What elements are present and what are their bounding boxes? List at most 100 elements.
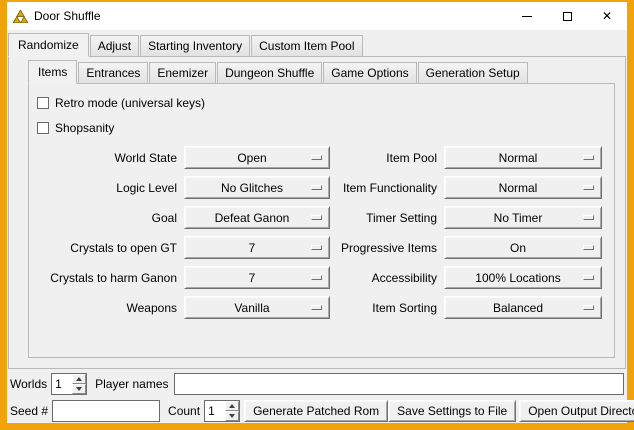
dropdown-indicator-icon [311, 215, 322, 220]
logic-level-value: No Glitches [221, 181, 293, 195]
tab-items[interactable]: Items [28, 60, 77, 84]
app-window: Door Shuffle ✕ Randomize Adjust Starting… [0, 0, 634, 430]
dropdown-indicator-icon [583, 185, 594, 190]
accessibility-label: Accessibility [337, 271, 437, 285]
crystals-open-gt-label: Crystals to open GT [37, 241, 177, 255]
count-spin-up-button[interactable] [225, 401, 239, 411]
client-area: Randomize Adjust Starting Inventory Cust… [7, 30, 627, 423]
open-output-directory-button[interactable]: Open Output Directory [519, 400, 634, 422]
arrow-up-icon [229, 404, 235, 408]
minimize-button[interactable] [507, 2, 547, 30]
tab-entrances[interactable]: Entrances [78, 62, 148, 83]
shopsanity-checkbox[interactable]: Shopsanity [37, 115, 614, 140]
weapons-value: Vanilla [234, 301, 279, 315]
item-pool-value: Normal [499, 151, 548, 165]
weapons-label: Weapons [37, 301, 177, 315]
worlds-spin-down-button[interactable] [72, 384, 86, 394]
player-names-input[interactable] [174, 373, 625, 395]
crystals-harm-ganon-value: 7 [249, 271, 266, 285]
count-spin-down-button[interactable] [225, 411, 239, 421]
item-functionality-dropdown[interactable]: Normal [444, 176, 602, 199]
shopsanity-checkbox-box[interactable] [37, 122, 49, 134]
dropdown-indicator-icon [311, 305, 322, 310]
progressive-items-dropdown[interactable]: On [444, 236, 602, 259]
timer-setting-value: No Timer [494, 211, 553, 225]
item-pool-dropdown[interactable]: Normal [444, 146, 602, 169]
retro-mode-label: Retro mode (universal keys) [55, 96, 205, 110]
sub-tab-bar: Items Entrances Enemizer Dungeon Shuffle… [28, 60, 615, 83]
crystals-harm-ganon-dropdown[interactable]: 7 [184, 266, 330, 289]
arrow-down-icon [76, 387, 82, 391]
item-sorting-label: Item Sorting [337, 301, 437, 315]
logic-level-dropdown[interactable]: No Glitches [184, 176, 330, 199]
tab-starting-inventory[interactable]: Starting Inventory [140, 35, 250, 56]
weapons-dropdown[interactable]: Vanilla [184, 296, 330, 319]
arrow-up-icon [76, 377, 82, 381]
maximize-button[interactable] [547, 2, 587, 30]
worlds-label: Worlds [10, 377, 47, 391]
dropdown-indicator-icon [311, 155, 322, 160]
randomize-pane: Items Entrances Enemizer Dungeon Shuffle… [8, 56, 626, 369]
tab-dungeon-shuffle[interactable]: Dungeon Shuffle [217, 62, 322, 83]
worlds-stepper [51, 373, 87, 395]
seed-label: Seed # [10, 404, 48, 418]
minimize-icon [522, 16, 532, 17]
tab-generation-setup[interactable]: Generation Setup [418, 62, 528, 83]
world-state-value: Open [237, 151, 276, 165]
main-tab-bar: Randomize Adjust Starting Inventory Cust… [8, 33, 626, 56]
triforce-app-icon [13, 10, 28, 23]
dropdown-indicator-icon [311, 245, 322, 250]
progressive-items-value: On [510, 241, 536, 255]
tab-randomize[interactable]: Randomize [8, 33, 89, 57]
count-stepper [204, 400, 240, 422]
generate-patched-rom-button[interactable]: Generate Patched Rom [244, 400, 388, 422]
dropdown-indicator-icon [583, 155, 594, 160]
worlds-spin-buttons [72, 374, 86, 394]
footer-controls: Worlds Player names Seed # Count [7, 369, 627, 423]
tab-adjust[interactable]: Adjust [90, 35, 139, 56]
titlebar[interactable]: Door Shuffle ✕ [7, 2, 627, 30]
accessibility-dropdown[interactable]: 100% Locations [444, 266, 602, 289]
window-title: Door Shuffle [34, 9, 101, 23]
world-state-dropdown[interactable]: Open [184, 146, 330, 169]
accessibility-value: 100% Locations [475, 271, 570, 285]
item-functionality-value: Normal [499, 181, 548, 195]
count-input[interactable] [205, 401, 225, 421]
progressive-items-label: Progressive Items [337, 241, 437, 255]
arrow-down-icon [229, 414, 235, 418]
seed-row: Seed # Count Generate Patched Rom Save S… [10, 400, 624, 422]
close-button[interactable]: ✕ [587, 2, 627, 30]
crystals-harm-ganon-label: Crystals to harm Ganon [37, 271, 177, 285]
items-pane: Retro mode (universal keys) Shopsanity W… [28, 83, 615, 358]
worlds-spin-up-button[interactable] [72, 374, 86, 384]
tab-game-options[interactable]: Game Options [323, 62, 416, 83]
tab-enemizer[interactable]: Enemizer [149, 62, 216, 83]
window-controls: ✕ [507, 2, 627, 30]
item-sorting-dropdown[interactable]: Balanced [444, 296, 602, 319]
goal-dropdown[interactable]: Defeat Ganon [184, 206, 330, 229]
retro-mode-checkbox[interactable]: Retro mode (universal keys) [37, 90, 614, 115]
timer-setting-label: Timer Setting [337, 211, 437, 225]
item-pool-label: Item Pool [337, 151, 437, 165]
goal-label: Goal [37, 211, 177, 225]
maximize-icon [563, 12, 572, 21]
world-state-label: World State [37, 151, 177, 165]
goal-value: Defeat Ganon [215, 211, 300, 225]
retro-mode-checkbox-box[interactable] [37, 97, 49, 109]
dropdown-indicator-icon [583, 245, 594, 250]
dropdown-indicator-icon [583, 275, 594, 280]
worlds-input[interactable] [52, 374, 72, 394]
timer-setting-dropdown[interactable]: No Timer [444, 206, 602, 229]
seed-input[interactable] [52, 400, 160, 422]
count-label: Count [168, 404, 200, 418]
logic-level-label: Logic Level [37, 181, 177, 195]
crystals-open-gt-dropdown[interactable]: 7 [184, 236, 330, 259]
dropdown-indicator-icon [311, 185, 322, 190]
count-spin-buttons [225, 401, 239, 421]
worlds-row: Worlds Player names [10, 373, 624, 395]
shopsanity-label: Shopsanity [55, 121, 114, 135]
tab-custom-item-pool[interactable]: Custom Item Pool [251, 35, 362, 56]
sub-notebook: Items Entrances Enemizer Dungeon Shuffle… [28, 60, 615, 358]
dropdown-indicator-icon [311, 275, 322, 280]
save-settings-button[interactable]: Save Settings to File [388, 400, 516, 422]
